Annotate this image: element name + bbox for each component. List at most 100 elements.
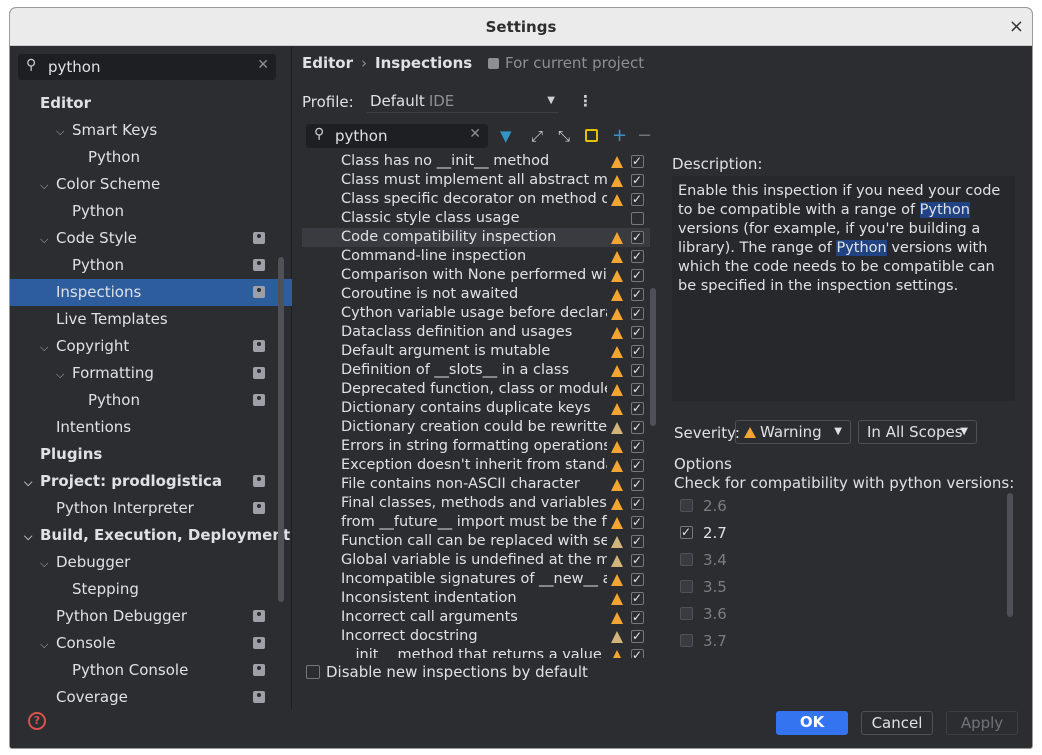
inspection-checkbox[interactable] [631,438,644,454]
sidebar-item[interactable]: Python [10,252,292,279]
inspection-checkbox[interactable] [631,172,644,188]
inspection-checkbox[interactable] [631,590,644,606]
sidebar-item[interactable]: ⌵ Console [10,630,292,657]
inspection-row[interactable]: Dictionary contains duplicate keys [302,399,650,418]
sidebar-item[interactable]: Python Interpreter [10,495,292,522]
severity-dropdown[interactable]: Warning ▼ [735,420,851,444]
inspection-row[interactable]: Coroutine is not awaited [302,285,650,304]
inspection-checkbox[interactable] [631,514,644,530]
inspection-row[interactable]: Class has no __init__ method [302,152,650,171]
sidebar-item[interactable]: Editor [10,90,292,117]
inspection-row[interactable]: Dictionary creation could be rewritten b… [302,418,650,437]
inspection-checkbox[interactable] [631,229,644,245]
disable-new-checkbox[interactable] [306,665,320,679]
inspection-row[interactable]: Class must implement all abstract method… [302,171,650,190]
version-checkbox[interactable] [680,607,693,620]
inspection-checkbox[interactable] [631,153,644,169]
inspection-row[interactable]: Incorrect docstring [302,627,650,646]
inspection-row[interactable]: Incorrect call arguments [302,608,650,627]
inspection-checkbox[interactable] [631,267,644,283]
breadcrumb-parent[interactable]: Editor [302,54,353,72]
chevron-down-icon[interactable]: ⌵ [24,523,40,550]
inspection-checkbox[interactable] [631,419,644,435]
inspection-checkbox[interactable] [631,647,644,658]
clear-search-icon[interactable]: ✕ [257,57,269,73]
version-checkbox[interactable] [680,553,693,566]
sidebar-item[interactable]: Python [10,144,292,171]
inspection-row[interactable]: Incompatible signatures of __new__ and _… [302,570,650,589]
sidebar-item[interactable]: Live Templates [10,306,292,333]
inspection-checkbox[interactable] [631,400,644,416]
disable-new-inspections[interactable]: Disable new inspections by default [306,663,588,681]
version-checkbox[interactable] [680,580,693,593]
sidebar-item[interactable]: ⌵ Formatting [10,360,292,387]
clear-search-icon[interactable]: ✕ [469,126,481,142]
sidebar-item[interactable]: Intentions [10,414,292,441]
inspection-checkbox[interactable] [631,381,644,397]
sidebar-item[interactable]: Python [10,387,292,414]
version-checkbox[interactable] [680,499,693,512]
ok-button[interactable]: OK [776,711,848,735]
inspection-checkbox[interactable] [631,248,644,264]
inspection-row[interactable]: Definition of __slots__ in a class [302,361,650,380]
filter-icon[interactable]: ▼ [500,127,512,145]
inspection-checkbox[interactable] [631,476,644,492]
inspection-row[interactable]: Default argument is mutable [302,342,650,361]
more-options-icon[interactable]: ⋮ [578,92,593,110]
sidebar-item[interactable]: ⌵ Color Scheme [10,171,292,198]
version-option[interactable]: 2.6 [680,497,727,515]
profile-dropdown[interactable]: Default IDE ▼ [367,89,559,113]
sidebar-search-input[interactable]: ⚲ python ✕ [18,54,276,80]
help-icon[interactable]: ? [28,712,46,730]
inspection-row[interactable]: Comparison with None performed with equa… [302,266,650,285]
inspection-row[interactable]: Deprecated function, class or module [302,380,650,399]
chevron-down-icon[interactable]: ⌵ [40,226,56,253]
apply-button[interactable]: Apply [946,711,1018,735]
remove-icon[interactable]: − [637,127,652,145]
chevron-down-icon[interactable]: ⌵ [56,118,72,145]
options-scrollbar[interactable] [1007,493,1013,617]
inspection-checkbox[interactable] [631,286,644,302]
scope-dropdown[interactable]: In All Scopes ▼ [858,420,977,444]
inspection-checkbox[interactable] [631,457,644,473]
inspection-checkbox[interactable] [631,191,644,207]
sidebar-item[interactable]: ⌵ Build, Execution, Deployment [10,522,292,549]
inspection-checkbox[interactable] [631,533,644,549]
version-option[interactable]: 3.5 [680,578,727,596]
sidebar-search-value[interactable]: python [48,58,100,76]
reset-icon[interactable] [585,129,598,142]
chevron-down-icon[interactable]: ⌵ [40,550,56,577]
close-icon[interactable]: × [1009,8,1024,46]
inspection-row[interactable]: Code compatibility inspection [302,228,650,247]
inspection-row[interactable]: Classic style class usage [302,209,650,228]
inspection-row[interactable]: __init__ method that returns a value [302,646,650,658]
chevron-down-icon[interactable]: ⌵ [40,172,56,199]
inspection-row[interactable]: Global variable is undefined at the modu… [302,551,650,570]
version-option[interactable]: 3.7 [680,632,727,650]
inspection-row[interactable]: Function call can be replaced with set l… [302,532,650,551]
version-option[interactable]: 2.7 [680,524,727,542]
inspection-row[interactable]: Inconsistent indentation [302,589,650,608]
inspection-checkbox[interactable] [631,212,644,225]
inspection-checkbox[interactable] [631,362,644,378]
version-checkbox[interactable] [680,524,693,540]
inspection-row[interactable]: Errors in string formatting operations [302,437,650,456]
sidebar-item[interactable]: ⌵ Project: prodlogistica [10,468,292,495]
inspection-search-value[interactable]: python [335,127,387,145]
inspection-checkbox[interactable] [631,552,644,568]
sidebar-scrollbar[interactable] [278,257,284,602]
version-checkbox[interactable] [680,634,693,647]
cancel-button[interactable]: Cancel [861,711,933,735]
inspection-row[interactable]: File contains non-ASCII character [302,475,650,494]
sidebar-item[interactable]: ⌵ Copyright [10,333,292,360]
version-option[interactable]: 3.4 [680,551,727,569]
inspection-checkbox[interactable] [631,324,644,340]
inspection-checkbox[interactable] [631,305,644,321]
sidebar-item[interactable]: Python Console [10,657,292,684]
inspection-checkbox[interactable] [631,609,644,625]
chevron-down-icon[interactable]: ⌵ [40,334,56,361]
chevron-down-icon[interactable]: ⌵ [56,361,72,388]
sidebar-item[interactable]: Inspections [10,279,292,306]
version-option[interactable]: 3.6 [680,605,727,623]
sidebar-item[interactable]: ⌵ Smart Keys [10,117,292,144]
